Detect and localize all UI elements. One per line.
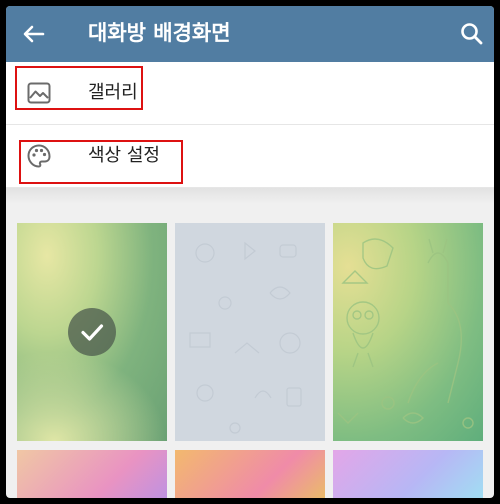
page-title: 대화방 배경화면 [88,21,231,45]
checkmark-icon [68,308,116,356]
wallpaper-tile[interactable] [333,223,483,441]
menu-item-color-settings[interactable]: 색상 설정 [6,125,494,188]
image-icon [26,80,52,106]
wallpaper-tile[interactable] [175,450,325,498]
doodle-pattern [189,241,302,434]
wallpaper-grid [17,223,483,498]
wallpaper-tile[interactable] [333,450,483,498]
wallpaper-tile[interactable] [17,450,167,498]
menu-item-gallery[interactable]: 갤러리 [6,62,494,125]
doodle-pattern [337,238,474,429]
menu-item-label: 갤러리 [88,82,138,103]
wallpaper-tile[interactable] [175,223,325,441]
menu-item-label: 색상 설정 [88,145,160,166]
search-icon[interactable] [458,20,486,48]
section-divider [6,188,494,204]
palette-icon [26,143,52,169]
app-bar: 대화방 배경화면 [6,6,494,62]
arrow-left-icon[interactable] [20,20,48,48]
wallpaper-source-menu: 갤러리 색상 설정 [6,62,494,188]
screen: 대화방 배경화면 갤러리 색상 설정 [6,6,494,498]
wallpaper-tile-selected[interactable] [17,223,167,441]
